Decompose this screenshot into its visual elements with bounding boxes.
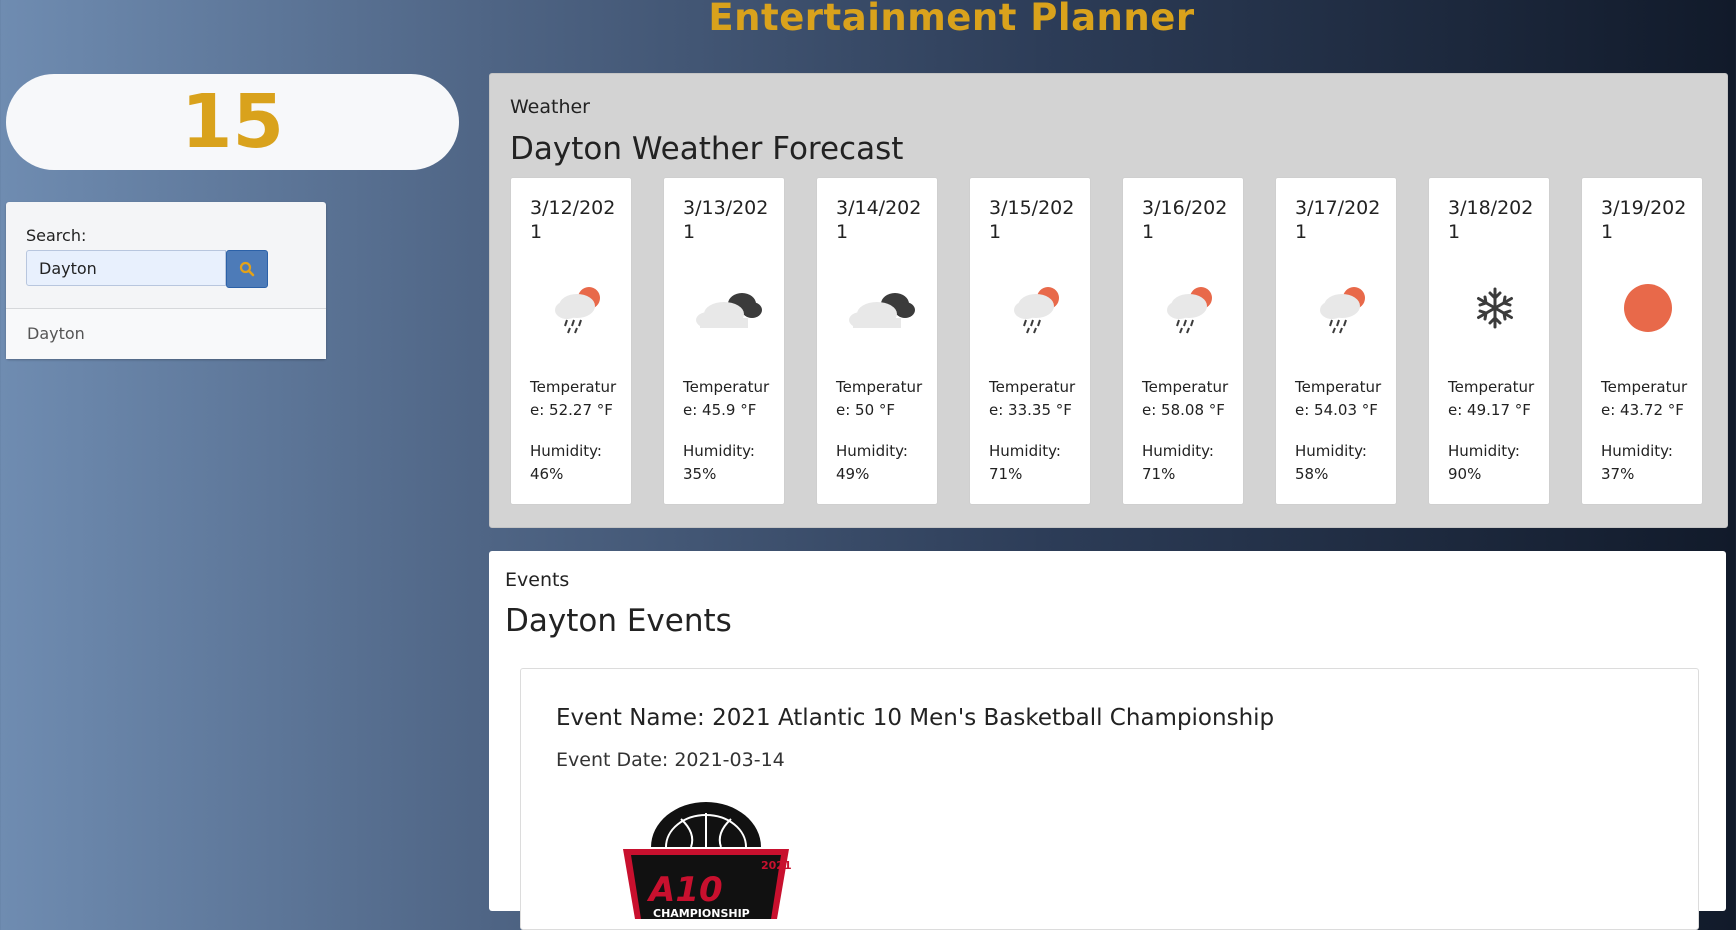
forecast-humidity: Humidity: 37%	[1601, 442, 1673, 483]
event-logo: 2021 A10 CHAMPIONSHIP	[623, 802, 792, 919]
search-input[interactable]	[26, 250, 226, 286]
forecast-temperature: Temperature: 50 °F	[836, 378, 923, 419]
search-button[interactable]	[226, 250, 268, 288]
forecast-card: 3/19/2021 Temperature: 43.72 °F Humidity…	[1581, 177, 1703, 505]
forecast-temperature: Temperature: 49.17 °F	[1448, 378, 1535, 419]
forecast-humidity: Humidity: 58%	[1295, 442, 1367, 483]
forecast-card: 3/17/2021 Temperature: 54.03 °F Humidity…	[1275, 177, 1397, 505]
forecast-temperature: Temperature: 58.08 °F	[1142, 378, 1229, 419]
forecast-humidity: Humidity: 35%	[683, 442, 755, 483]
search-history-item[interactable]: Dayton	[27, 324, 85, 343]
weather-heading: Dayton Weather Forecast	[510, 131, 904, 167]
forecast-humidity: Humidity: 49%	[836, 442, 908, 483]
search-card: Search: Dayton	[6, 202, 326, 359]
forecast-temperature: Temperature: 33.35 °F	[989, 378, 1076, 419]
event-name: Event Name: 2021 Atlantic 10 Men's Baske…	[556, 705, 1275, 731]
counter-value: 15	[181, 79, 284, 165]
events-tag: Events	[505, 569, 570, 591]
svg-text:2021: 2021	[761, 859, 792, 872]
forecast-card: 3/15/2021 Temperature: 33.35 °F Humidity…	[969, 177, 1091, 505]
event-date: Event Date: 2021-03-14	[556, 749, 785, 771]
forecast-card: 3/16/2021 Temperature: 58.08 °F Humidity…	[1122, 177, 1244, 505]
cloudy-icon	[849, 293, 915, 328]
forecast-card: 3/18/2021 Temperature: 49.17 °F Humidity…	[1428, 177, 1550, 505]
snowflake-icon	[1477, 287, 1513, 329]
forecast-card: 3/14/2021 Temperature: 50 °F Humidity: 4…	[816, 177, 938, 505]
forecast-humidity: Humidity: 90%	[1448, 442, 1520, 483]
forecast-humidity: Humidity: 46%	[530, 442, 602, 483]
forecast-date: 3/12/2021	[530, 197, 616, 243]
events-panel: Events Dayton Events Event Name: 2021 At…	[489, 551, 1726, 930]
forecast-humidity: Humidity: 71%	[1142, 442, 1214, 483]
weather-tag: Weather	[510, 96, 590, 118]
search-label: Search:	[26, 226, 87, 245]
counter-display: 15	[6, 74, 459, 170]
event-card: Event Name: 2021 Atlantic 10 Men's Baske…	[520, 668, 1699, 930]
rain-sun-icon	[1167, 287, 1212, 334]
forecast-temperature: Temperature: 43.72 °F	[1601, 378, 1688, 419]
forecast-date: 3/14/2021	[836, 197, 922, 243]
rain-sun-icon	[555, 287, 600, 334]
rain-sun-icon	[1320, 287, 1365, 334]
sun-icon	[1624, 284, 1672, 332]
forecast-date: 3/17/2021	[1295, 197, 1381, 243]
events-heading: Dayton Events	[505, 603, 732, 639]
forecast-temperature: Temperature: 54.03 °F	[1295, 378, 1382, 419]
forecast-date: 3/15/2021	[989, 197, 1075, 243]
forecast-date: 3/13/2021	[683, 197, 769, 243]
svg-text:CHAMPIONSHIP: CHAMPIONSHIP	[653, 907, 750, 919]
forecast-date: 3/19/2021	[1601, 197, 1687, 243]
cloudy-icon	[696, 293, 762, 328]
svg-text:A10: A10	[646, 870, 723, 910]
app-title: Entertainment Planner	[708, 0, 1195, 39]
forecast-date: 3/18/2021	[1448, 197, 1534, 243]
rain-sun-icon	[1014, 287, 1059, 334]
forecast-humidity: Humidity: 71%	[989, 442, 1061, 483]
search-icon	[239, 261, 255, 277]
weather-panel: Weather Dayton Weather Forecast 3/12/202…	[489, 73, 1728, 528]
forecast-card: 3/13/2021 Temperature: 45.9 °F Humidity:…	[663, 177, 785, 505]
search-history-list: Dayton	[6, 308, 326, 359]
forecast-temperature: Temperature: 45.9 °F	[683, 378, 770, 419]
forecast-date: 3/16/2021	[1142, 197, 1228, 243]
forecast-card: 3/12/2021 Temperature: 52.27 °F Humidity…	[510, 177, 632, 505]
forecast-temperature: Temperature: 52.27 °F	[530, 378, 617, 419]
